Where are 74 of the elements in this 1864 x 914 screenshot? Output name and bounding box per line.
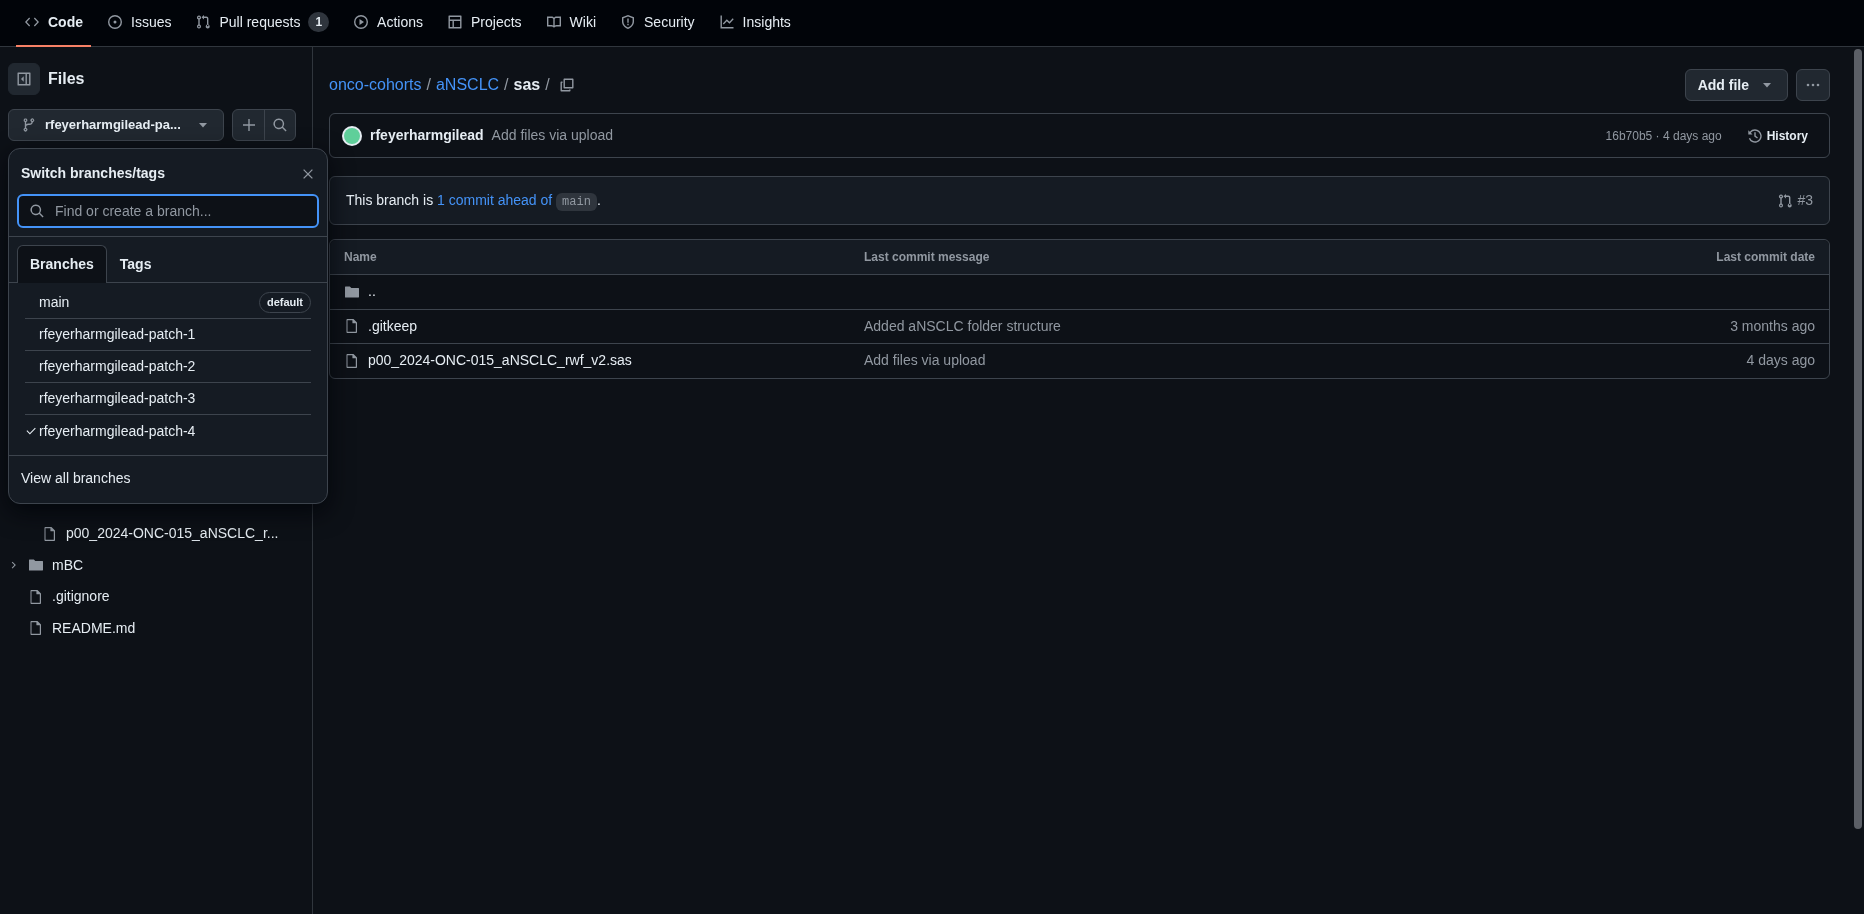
branch-item[interactable]: main default: [25, 287, 311, 319]
file-icon: [42, 525, 58, 542]
sidebar-title: Files: [48, 69, 85, 89]
tree-item[interactable]: mBC: [0, 549, 312, 581]
tree-item[interactable]: p00_2024-ONC-015_aNSCLC_r...: [0, 518, 312, 550]
nav-tab[interactable]: Issues: [99, 0, 180, 47]
commit-date: 3 months ago: [1730, 317, 1815, 334]
commit-date: 4 days ago: [1746, 352, 1815, 369]
nav-tab[interactable]: Insights: [710, 0, 799, 47]
shield-icon: [620, 14, 637, 30]
view-all-link[interactable]: View all branches: [21, 470, 131, 486]
search-icon: [272, 117, 288, 133]
tree-item[interactable]: .gitignore: [0, 581, 312, 613]
branch-item[interactable]: rfeyerharmgilead-patch-2: [25, 351, 311, 383]
issue-icon: [107, 14, 123, 30]
commit-message-link[interactable]: Added aNSCLC folder structure: [864, 317, 1061, 334]
table-icon: [447, 14, 463, 30]
author-link[interactable]: rfeyerharmgilead: [370, 125, 484, 146]
play-icon: [353, 14, 370, 30]
count-badge: 1: [308, 12, 330, 32]
menu-title: Switch branches/tags: [21, 164, 165, 183]
tree-item[interactable]: README.md: [0, 612, 312, 644]
menu-tab[interactable]: Tags: [106, 245, 165, 283]
nav-tab[interactable]: Security: [612, 0, 703, 47]
history-icon: [1746, 127, 1763, 144]
pull-request-link[interactable]: #3: [1777, 190, 1813, 211]
branch-button[interactable]: rfeyerharmgilead-pa...: [8, 109, 224, 141]
scrollbar[interactable]: [1854, 49, 1862, 830]
file-link[interactable]: p00_2024-ONC-015_aNSCLC_rwf_v2.sas: [368, 350, 632, 372]
panel-toggle-button[interactable]: [8, 63, 40, 95]
history-button[interactable]: History: [1737, 121, 1817, 150]
branch-item[interactable]: rfeyerharmgilead-patch-4: [25, 415, 311, 447]
file-link[interactable]: .gitkeep: [368, 315, 418, 337]
sidebar-icon: [16, 71, 32, 87]
nav-tab[interactable]: Pull requests 1: [187, 0, 338, 47]
branch-search-box[interactable]: Find or create a branch...: [17, 194, 319, 228]
commit-meta: 16b70b5 · 4 days ago: [1605, 127, 1722, 145]
branch-status-text: This branch is 1 commit ahead of main .: [346, 191, 601, 211]
commit-message-link[interactable]: Add files via upload: [864, 352, 986, 369]
branch-item[interactable]: rfeyerharmgilead-patch-1: [25, 319, 311, 351]
pull-request-icon: [195, 14, 212, 30]
nav-tab[interactable]: Wiki: [537, 0, 605, 47]
column-header: Last commit message: [864, 249, 991, 266]
graph-icon: [718, 14, 735, 30]
add-file-button[interactable]: Add file: [1684, 69, 1788, 101]
current-folder-name: sas: [513, 75, 541, 95]
file-icon: [344, 352, 360, 369]
breadcrumb-separator: /: [504, 75, 509, 95]
column-header: Name: [344, 249, 378, 266]
menu-tab[interactable]: Branches: [17, 245, 107, 283]
file-icon: [28, 620, 44, 637]
file-icon: [344, 318, 360, 335]
copy-icon: [558, 77, 575, 93]
ahead-link[interactable]: 1 commit ahead of: [437, 192, 553, 208]
branch-item[interactable]: rfeyerharmgilead-patch-3: [25, 383, 311, 415]
breadcrumb-link[interactable]: onco-cohorts: [329, 73, 422, 97]
nav-tab[interactable]: Projects: [439, 0, 530, 47]
breadcrumb-link[interactable]: aNSCLC: [435, 73, 500, 97]
plus-icon: [240, 117, 257, 133]
branch-search-field[interactable]: Find or create a branch...: [53, 199, 307, 223]
breadcrumb-separator: /: [426, 75, 431, 95]
folder-icon: [28, 557, 44, 574]
search-icon: [29, 203, 45, 219]
nav-tab[interactable]: Code: [16, 0, 91, 47]
parent-directory-link[interactable]: ..: [368, 281, 376, 303]
pull-request-icon: [1777, 192, 1794, 209]
column-header: Last commit date: [1715, 249, 1815, 266]
avatar: [342, 125, 362, 146]
file-icon: [28, 588, 44, 605]
nav-tab[interactable]: Actions: [345, 0, 431, 47]
branch-icon: [21, 117, 37, 133]
breadcrumb-separator: /: [545, 75, 550, 95]
book-icon: [545, 14, 562, 30]
commit-message-link[interactable]: Add files via upload: [491, 125, 614, 146]
